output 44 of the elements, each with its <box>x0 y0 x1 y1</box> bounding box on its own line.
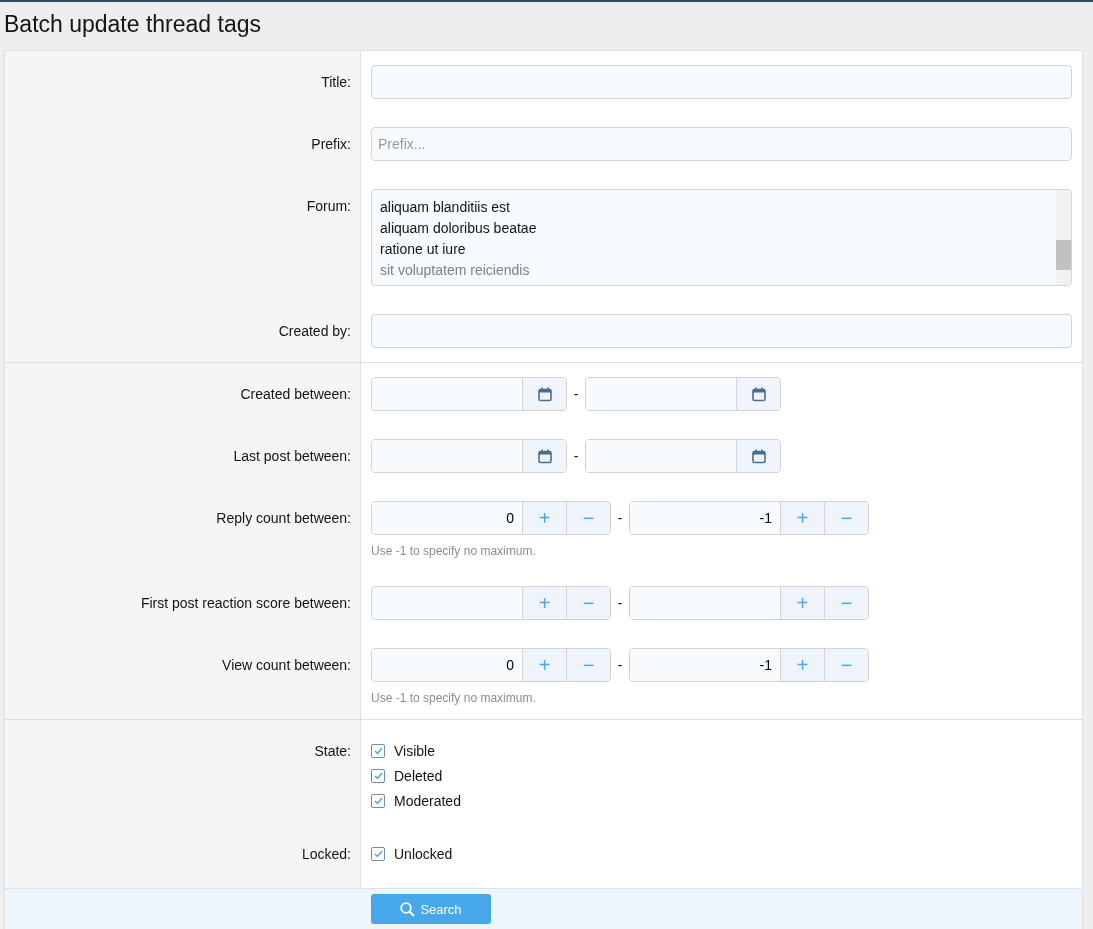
field-label: State: <box>314 743 351 759</box>
calendar-icon <box>751 448 766 464</box>
checkbox-label: Moderated <box>394 793 461 809</box>
hint-text: Use -1 to specify no maximum. <box>371 544 537 558</box>
calendar-button[interactable] <box>736 378 780 410</box>
calendar-button[interactable] <box>522 440 566 472</box>
field-label: Created between: <box>240 386 351 402</box>
page-title: Batch update thread tags <box>4 10 263 38</box>
field-label: Title: <box>321 74 351 90</box>
calendar-icon <box>751 386 766 402</box>
checkbox-label: Visible <box>394 743 435 759</box>
calendar-button[interactable] <box>736 440 780 472</box>
checkbox[interactable] <box>371 769 385 783</box>
hint-text: Use -1 to specify no maximum. <box>371 691 537 705</box>
scrollbar[interactable] <box>1056 190 1071 285</box>
range-separator: - <box>572 386 580 402</box>
calendar-icon <box>537 386 552 402</box>
search-icon <box>400 901 416 917</box>
field-label: Reply count between: <box>216 510 351 526</box>
range-separator: - <box>616 595 624 611</box>
checkbox[interactable] <box>371 794 385 808</box>
field-label: View count between: <box>222 657 351 673</box>
field-label: Prefix: <box>311 136 351 152</box>
text-field[interactable] <box>371 65 1072 99</box>
field-label: Forum: <box>306 198 351 214</box>
range-separator: - <box>616 657 624 673</box>
field-label: Created by: <box>278 323 351 339</box>
text-field[interactable] <box>371 314 1072 348</box>
checkbox[interactable] <box>371 847 385 861</box>
calendar-button[interactable] <box>522 378 566 410</box>
checkbox-label: Deleted <box>394 768 443 784</box>
checkbox[interactable] <box>371 744 385 758</box>
calendar-icon <box>537 448 552 464</box>
field-label: Last post between: <box>233 448 351 464</box>
list-option[interactable]: aliquam doloribus beatae <box>380 218 1048 239</box>
field-label: First post reaction score between: <box>140 595 351 611</box>
list-option[interactable]: ratione ut iure <box>380 239 1048 260</box>
range-separator: - <box>616 510 624 526</box>
list-option[interactable]: aliquam blanditiis est <box>380 197 1048 218</box>
checkbox-label: Unlocked <box>394 846 453 862</box>
range-separator: - <box>572 448 580 464</box>
text-field[interactable]: Prefix... <box>371 127 1072 161</box>
field-label: Locked: <box>301 846 351 862</box>
search-button[interactable]: Search <box>371 894 491 924</box>
